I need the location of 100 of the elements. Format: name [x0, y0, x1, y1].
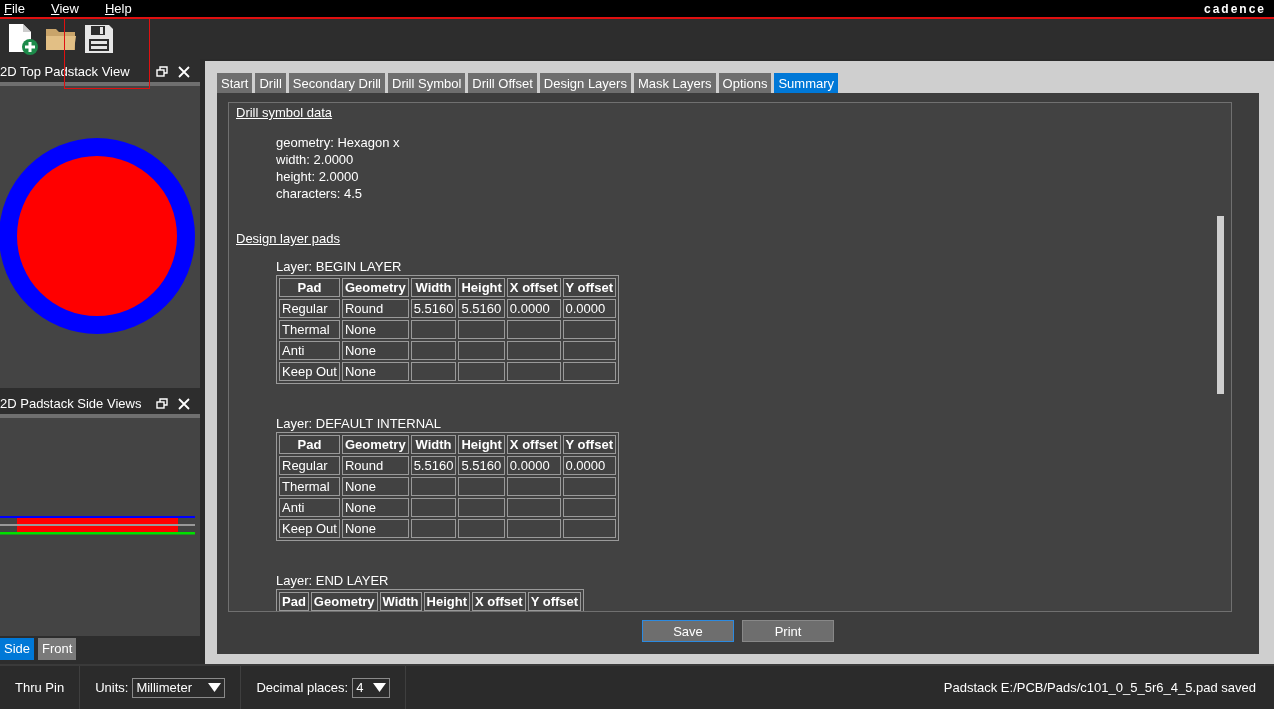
table-cell: None: [341, 320, 409, 339]
column-header: X offset: [506, 435, 561, 454]
scrollbar[interactable]: [1217, 216, 1224, 394]
dropdown-arrow-icon: [373, 683, 387, 692]
table-cell: 5.5160: [458, 456, 505, 475]
column-header: Geometry: [341, 278, 409, 297]
tab[interactable]: Options: [718, 73, 772, 93]
tab[interactable]: Drill: [255, 73, 286, 93]
table-cell: Round: [341, 456, 409, 475]
empty-cell: [458, 341, 505, 360]
table-cell: 0.0000: [562, 456, 616, 475]
empty-cell: [562, 519, 616, 538]
menu-item[interactable]: View: [50, 1, 79, 16]
table-cell: Regular: [279, 456, 340, 475]
table-cell: Anti: [279, 341, 340, 360]
empty-cell: [410, 341, 457, 360]
summary-line: width: 2.0000: [276, 151, 354, 168]
empty-cell: [458, 477, 505, 496]
primary-button[interactable]: Save: [642, 620, 734, 642]
view-tab[interactable]: Front: [38, 638, 77, 660]
layer-title: Layer: BEGIN LAYER: [276, 259, 403, 275]
table-cell: Anti: [279, 498, 340, 517]
empty-cell: [506, 477, 561, 496]
table-cell: Keep Out: [279, 519, 340, 538]
panel-title: 2D Padstack Side Views: [0, 396, 143, 411]
column-header: Height: [423, 592, 470, 611]
menu-item[interactable]: File: [4, 1, 25, 16]
tab[interactable]: Design Layers: [539, 73, 631, 93]
column-header: Height: [458, 278, 505, 297]
column-header: Pad: [279, 435, 340, 454]
table-cell: Thermal: [279, 320, 340, 339]
table-cell: None: [341, 519, 409, 538]
empty-cell: [410, 519, 457, 538]
tab[interactable]: Start: [217, 73, 253, 93]
restore-icon[interactable]: [156, 65, 168, 78]
table-cell: 0.0000: [506, 299, 561, 318]
empty-cell: [506, 362, 561, 381]
summary-line: geometry: Hexagon x: [276, 134, 400, 151]
column-header: Width: [379, 592, 422, 611]
units-dropdown[interactable]: Millimeter: [132, 677, 226, 698]
empty-cell: [410, 498, 457, 517]
empty-cell: [458, 320, 505, 339]
table-cell: None: [341, 362, 409, 381]
empty-cell: [458, 362, 505, 381]
new-file-icon[interactable]: [7, 22, 39, 56]
dropdown-arrow-icon: [208, 683, 222, 692]
section-heading: Drill symbol data: [236, 105, 333, 120]
column-header: Height: [458, 435, 505, 454]
empty-cell: [562, 498, 616, 517]
table-cell: 5.5160: [410, 456, 457, 475]
tab[interactable]: Secondary Drill: [288, 73, 385, 93]
summary-line: height: 2.0000: [276, 168, 359, 185]
empty-cell: [506, 320, 561, 339]
view-tab[interactable]: Side: [0, 638, 35, 660]
action-button[interactable]: Print: [742, 620, 834, 642]
column-header: Width: [410, 435, 457, 454]
column-header: Y offset: [562, 435, 616, 454]
decimal-places-dropdown[interactable]: 4: [352, 677, 391, 698]
table-cell: 0.0000: [562, 299, 616, 318]
layer-title: Layer: DEFAULT INTERNAL: [276, 416, 442, 432]
restore-icon[interactable]: [156, 397, 168, 410]
empty-cell: [506, 498, 561, 517]
section-heading: Design layer pads: [236, 231, 341, 246]
empty-cell: [458, 519, 505, 538]
table-cell: None: [341, 341, 409, 360]
table-cell: Regular: [279, 299, 340, 318]
tab[interactable]: Drill Offset: [468, 73, 537, 93]
summary-line: characters: 4.5: [276, 185, 362, 202]
folder-icon[interactable]: [45, 26, 77, 52]
tab[interactable]: Mask Layers: [633, 73, 716, 93]
column-header: Pad: [279, 592, 309, 611]
tab[interactable]: Drill Symbol: [388, 73, 466, 93]
table-cell: 5.5160: [410, 299, 457, 318]
close-icon[interactable]: [178, 65, 190, 78]
menu-item[interactable]: Help: [104, 1, 132, 16]
empty-cell: [562, 477, 616, 496]
column-header: Geometry: [310, 592, 378, 611]
table-cell: 0.0000: [506, 456, 561, 475]
empty-cell: [562, 362, 616, 381]
status-message: Padstack E:/PCB/Pads/c101_0_5_5r6_4_5.pad saved: [943, 680, 1256, 695]
column-header: Y offset: [562, 278, 616, 297]
empty-cell: [562, 341, 616, 360]
tab[interactable]: Summary: [774, 73, 839, 93]
empty-cell: [410, 320, 457, 339]
table-cell: None: [341, 498, 409, 517]
empty-cell: [410, 477, 457, 496]
save-icon[interactable]: [83, 23, 115, 55]
column-header: Width: [410, 278, 457, 297]
table-cell: Thermal: [279, 477, 340, 496]
units-label: Units:: [95, 680, 129, 695]
column-header: Geometry: [341, 435, 409, 454]
column-header: Pad: [279, 278, 340, 297]
table-cell: None: [341, 477, 409, 496]
column-header: X offset: [472, 592, 526, 611]
close-icon[interactable]: [178, 397, 190, 410]
empty-cell: [410, 362, 457, 381]
layer-title: Layer: END LAYER: [276, 573, 390, 589]
logo: cadence: [1203, 1, 1266, 16]
empty-cell: [506, 341, 561, 360]
table-cell: Keep Out: [279, 362, 340, 381]
